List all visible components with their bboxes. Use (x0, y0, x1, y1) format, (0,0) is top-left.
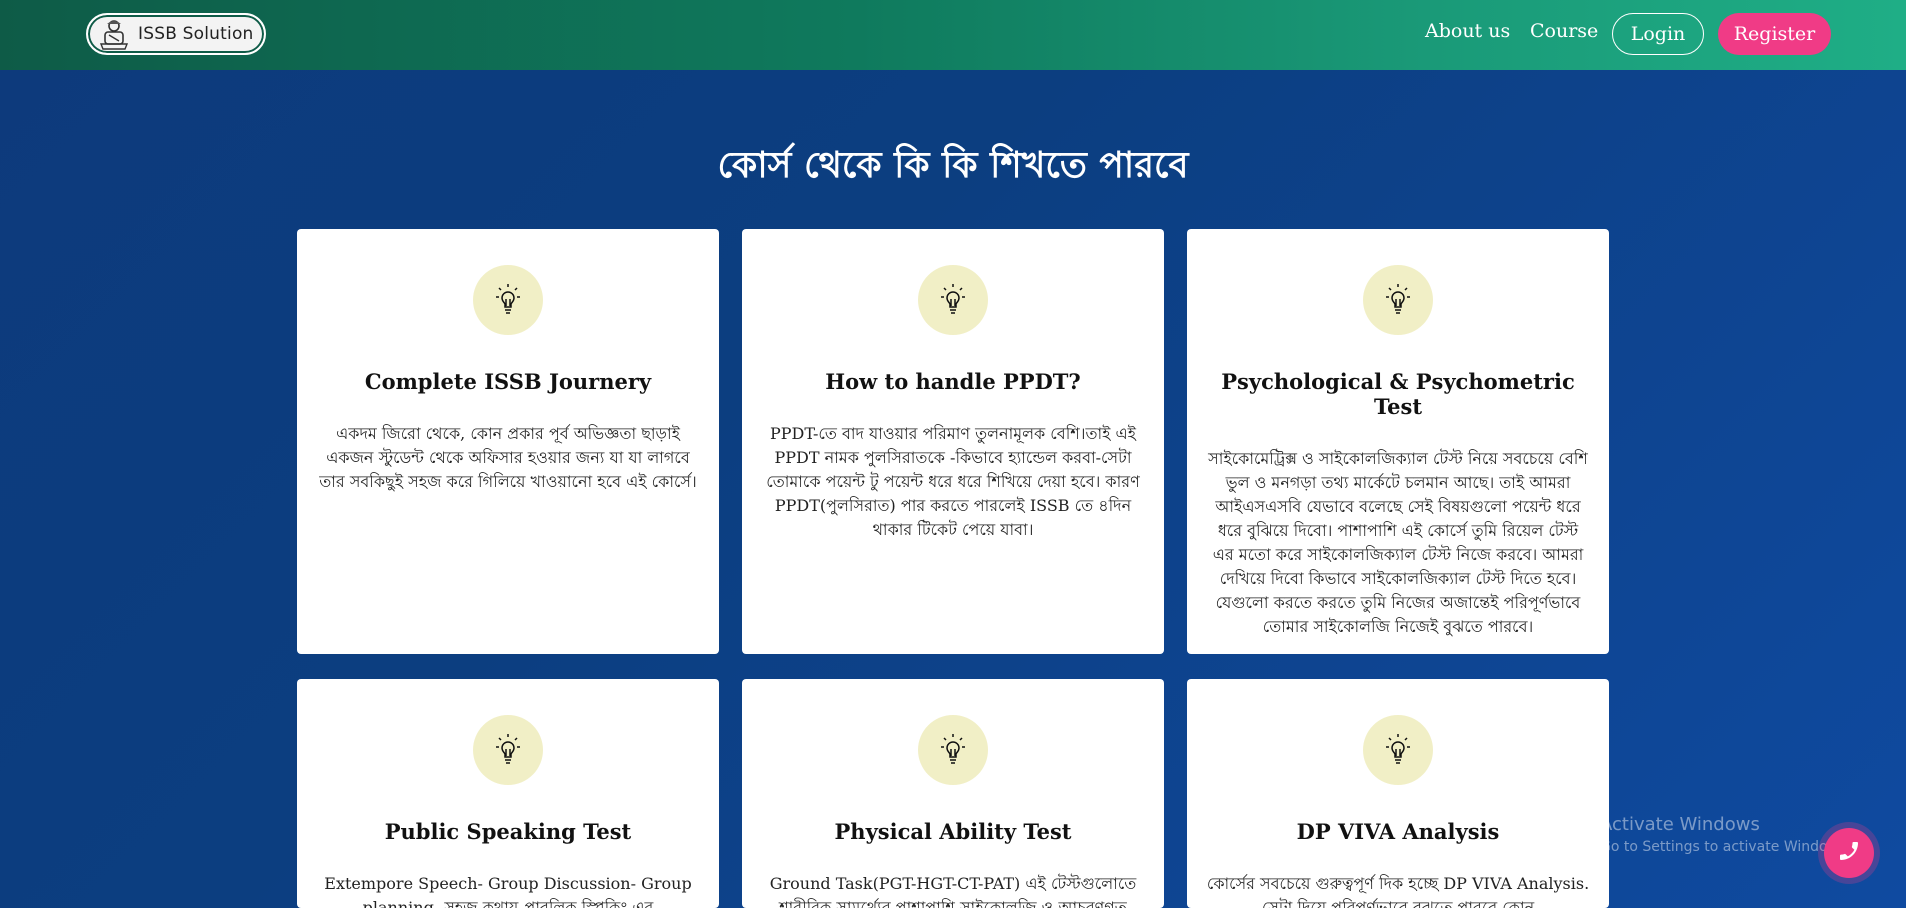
card-text: সাইকোমেট্রিক্স ও সাইকোলজিক্যাল টেস্ট নিয… (1208, 449, 1588, 636)
register-button[interactable]: Register (1718, 13, 1831, 55)
section-title: কোর্স থেকে কি কি শিখতে পারবে (717, 145, 1189, 186)
lightbulb-icon (1363, 265, 1433, 335)
soldier-emblem-icon (96, 17, 132, 51)
lightbulb-icon (473, 715, 543, 785)
activate-windows-watermark: Activate Windows Go to Settings to activ… (1600, 814, 1851, 855)
feature-card: DP VIVA Analysis কোর্সের সবচেয়ে গুরুত্ব… (1187, 679, 1609, 908)
call-button[interactable] (1824, 828, 1874, 878)
card-title: Complete ISSB Journery (364, 369, 652, 394)
card-text: একদম জিরো থেকে, কোন প্রকার পূর্ব অভিজ্ঞত… (319, 424, 697, 491)
card-text: PPDT-তে বাদ যাওয়ার পরিমাণ তুলনামূলক বেশ… (766, 424, 1140, 539)
card-text: কোর্সের সবচেয়ে গুরুত্বপূর্ণ দিক হচ্ছে D… (1206, 874, 1590, 908)
feature-card: How to handle PPDT? PPDT-তে বাদ যাওয়ার … (742, 229, 1164, 654)
feature-card: Complete ISSB Journery একদম জিরো থেকে, ক… (297, 229, 719, 654)
lightbulb-icon (473, 265, 543, 335)
login-button[interactable]: Login (1612, 13, 1704, 55)
nav-link-course[interactable]: Course (1530, 20, 1598, 42)
watermark-subtitle: Go to Settings to activate Windows. (1600, 839, 1851, 855)
card-title: DP VIVA Analysis (1296, 819, 1500, 844)
brand-name: ISSB Solution (138, 24, 254, 44)
feature-card: Public Speaking Test Extempore Speech- G… (297, 679, 719, 908)
card-text: Extempore Speech- Group Discussion- Grou… (324, 874, 692, 908)
feature-card: Psychological & Psychometric Test সাইকোম… (1187, 229, 1609, 654)
card-title: Public Speaking Test (384, 819, 632, 844)
card-title: How to handle PPDT? (825, 369, 1081, 394)
lightbulb-icon (1363, 715, 1433, 785)
brand-logo[interactable]: ISSB Solution (86, 13, 266, 55)
phone-icon (1837, 839, 1861, 867)
lightbulb-icon (918, 715, 988, 785)
card-title: Psychological & Psychometric Test (1221, 369, 1575, 419)
feature-card: Physical Ability Test Ground Task(PGT-HG… (742, 679, 1164, 908)
lightbulb-icon (918, 265, 988, 335)
card-title: Physical Ability Test (834, 819, 1072, 844)
top-navbar: ISSB Solution About us Course Login Regi… (0, 0, 1906, 70)
watermark-title: Activate Windows (1600, 814, 1760, 835)
nav-link-about-us[interactable]: About us (1425, 20, 1510, 42)
card-text: Ground Task(PGT-HGT-CT-PAT) এই টেস্টগুলো… (769, 874, 1137, 908)
